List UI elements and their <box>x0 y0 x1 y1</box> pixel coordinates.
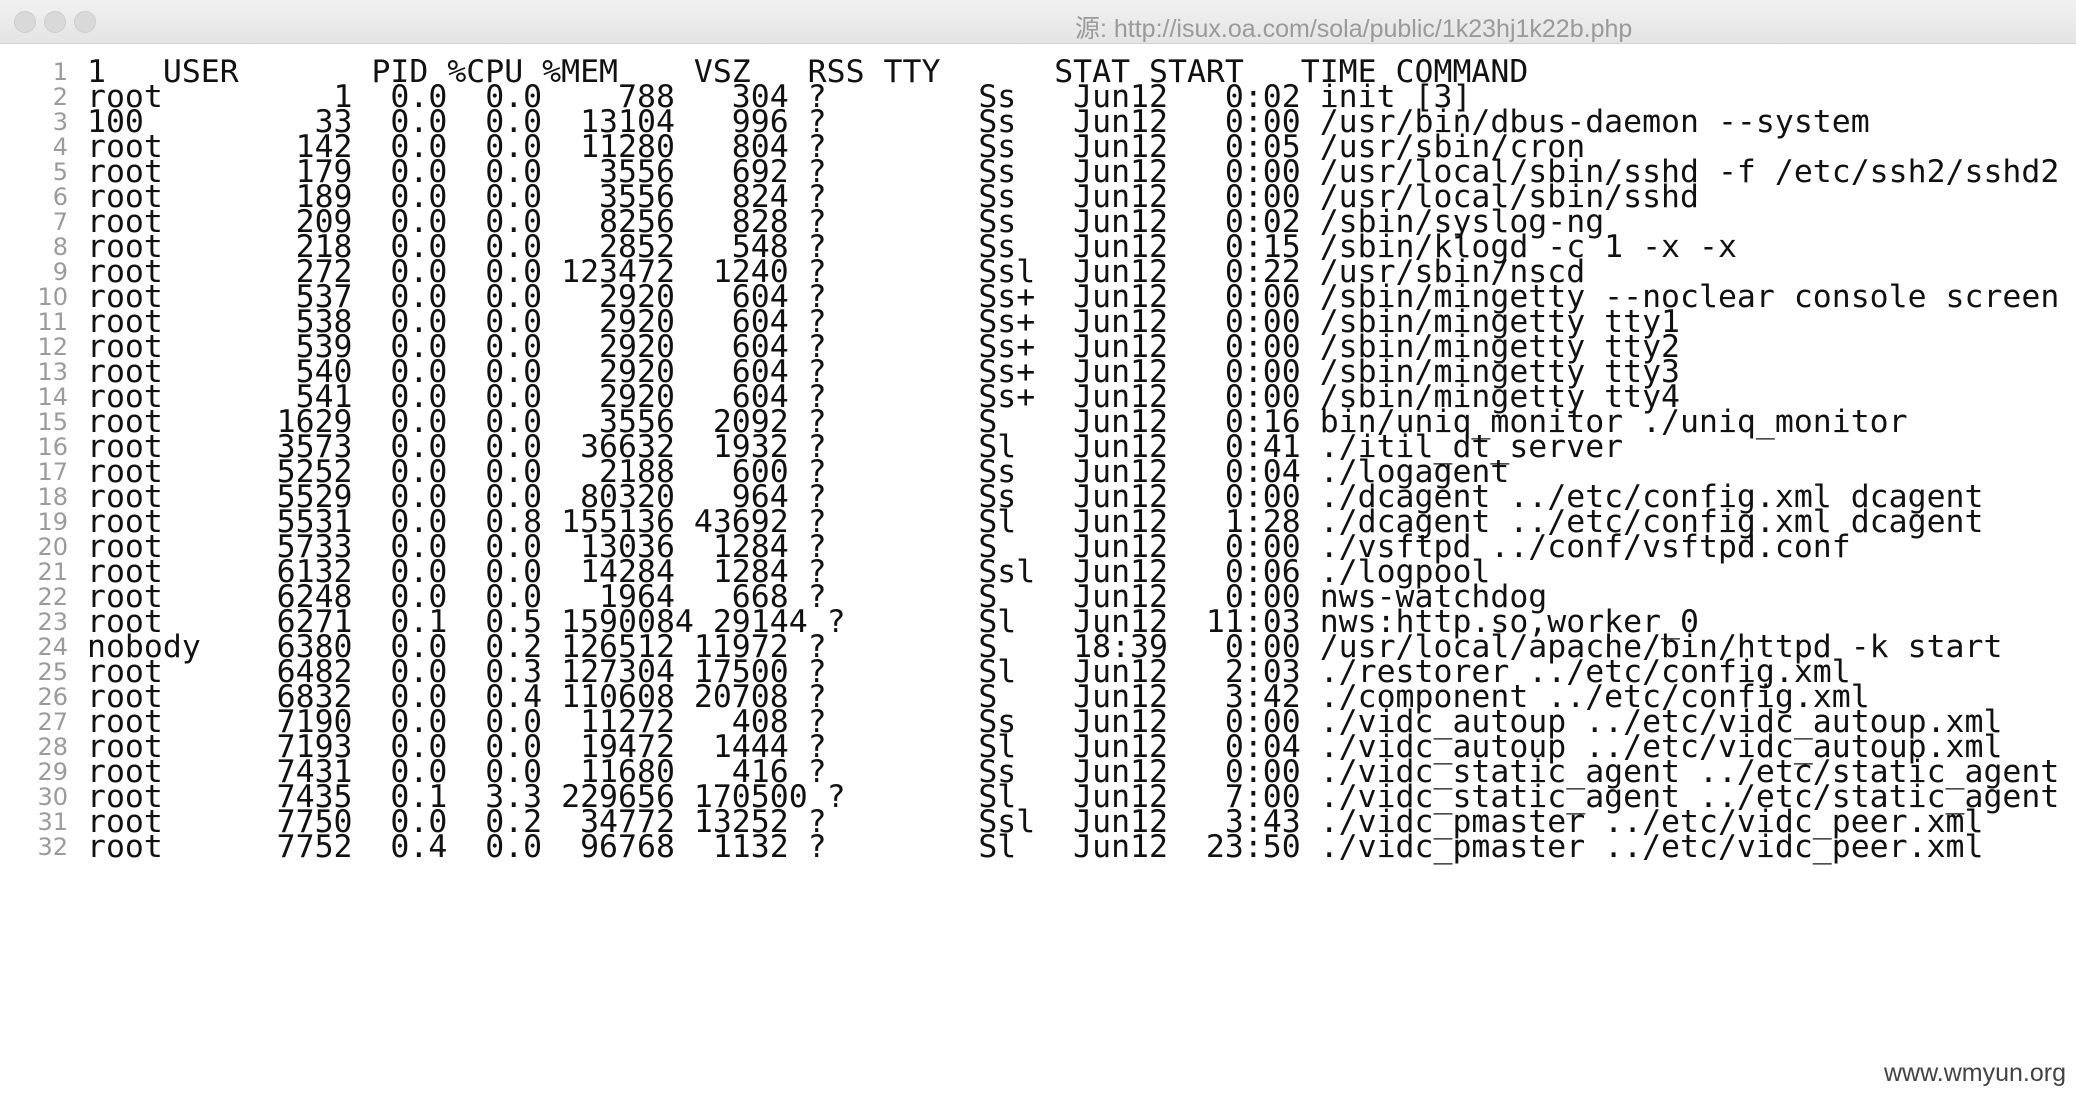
line-number: 32 <box>37 833 68 861</box>
window-titlebar: 源: http://isux.oa.com/sola/public/1k23hj… <box>0 0 2076 44</box>
line-text: root 7752 0.4 0.0 96768 1132 ? Sl Jun12 … <box>87 829 1984 865</box>
minimize-window-button[interactable] <box>44 11 66 33</box>
window-title: 源: http://isux.oa.com/sola/public/1k23hj… <box>1075 15 1633 43</box>
source-view[interactable]: 11 USER PID %CPU %MEM VSZ RSS TTY STAT S… <box>0 44 2076 1096</box>
close-window-button[interactable] <box>14 11 36 33</box>
zoom-window-button[interactable] <box>74 11 96 33</box>
watermark: www.wmyun.org <box>1884 1059 2066 1088</box>
source-line: 32 root 7752 0.4 0.0 96768 1132 ? Sl Jun1… <box>0 831 2076 864</box>
